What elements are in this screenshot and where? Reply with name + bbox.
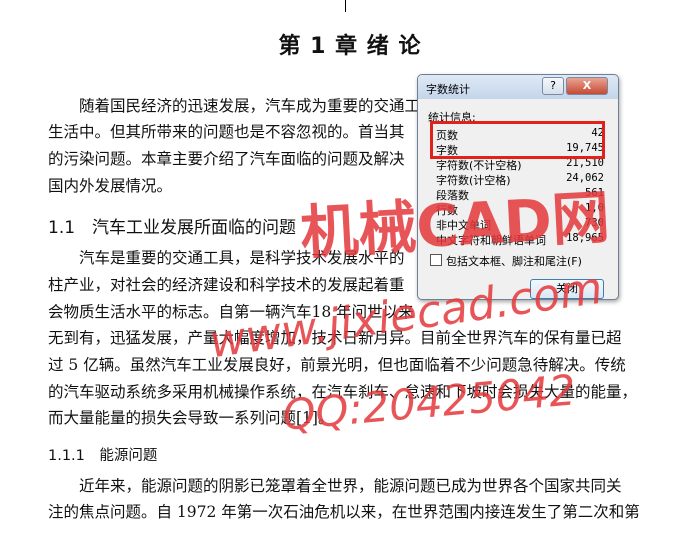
section-heading-1-1-1: 1.1.1 能源问题 [48, 448, 158, 464]
dialog-titlebar[interactable]: 字数统计 ? X [418, 75, 618, 99]
chapter-title: 第 1 章 绪 论 [278, 34, 422, 59]
help-button[interactable]: ? [542, 77, 564, 95]
section-heading-1-1: 1.1 汽车工业发展所面临的问题 [48, 218, 297, 238]
paragraph-line: 过 5 亿辆。虽然汽车工业发展良好，前景光明，但也面临着不少问题急待解决。传统 [48, 356, 626, 374]
paragraph-line: 近年来，能源问题的阴影已笼罩着全世界，能源问题已成为世界各个国家共同关 [48, 477, 622, 495]
dialog-title: 字数统计 [426, 83, 470, 96]
paragraph-line: 注的焦点问题。自 1972 年第一次石油危机以来，在世界范围内接连发生了第二次和… [48, 503, 640, 521]
close-button[interactable]: X [566, 77, 608, 95]
highlight-box [430, 121, 605, 159]
text-cursor [345, 0, 346, 12]
stat-label: 字符数(不计空格) [436, 159, 522, 172]
watermark-title: 机械CAD网 [298, 182, 612, 268]
